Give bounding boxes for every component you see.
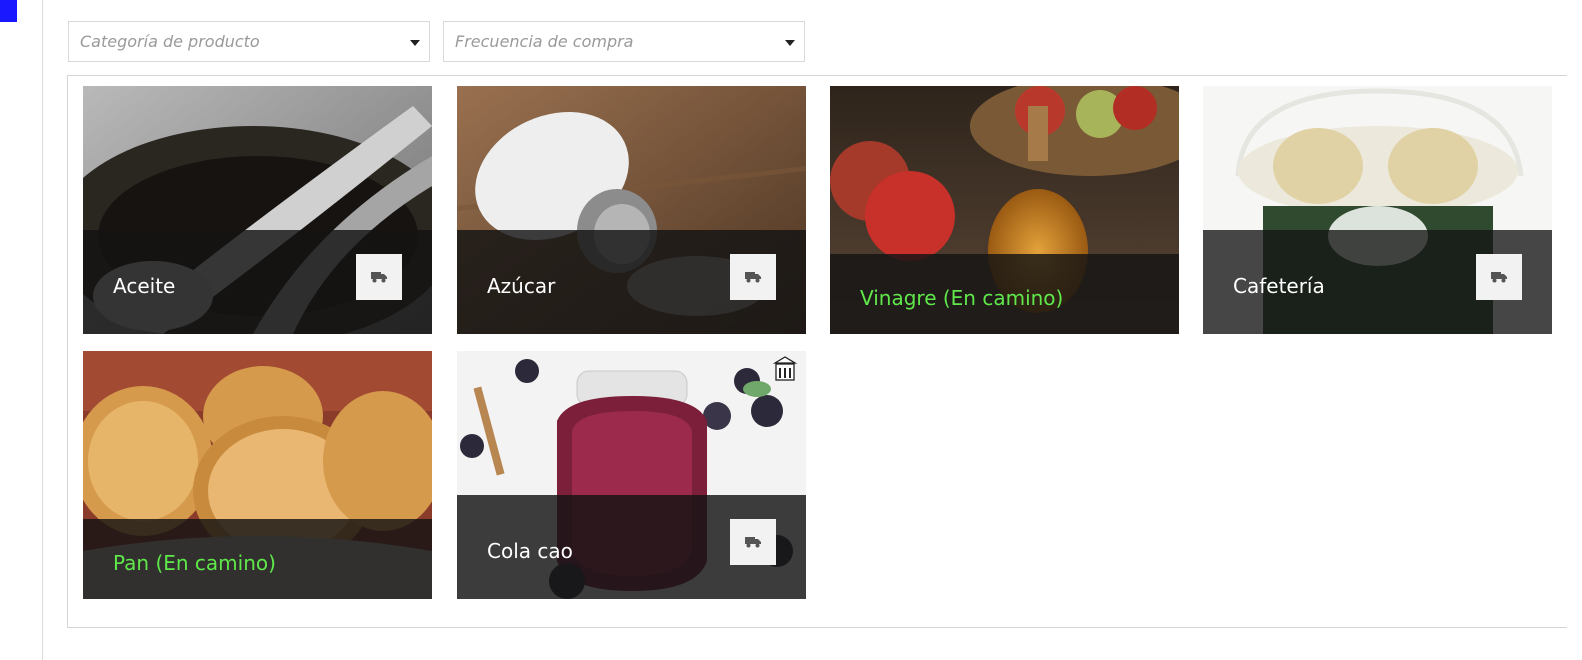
caret-down-icon	[785, 40, 795, 46]
frequency-select-placeholder: Frecuencia de compra	[455, 32, 634, 51]
order-button[interactable]	[730, 519, 776, 565]
product-title: Cola cao	[487, 539, 573, 563]
product-title: Cafetería	[1233, 274, 1325, 298]
category-select-placeholder: Categoría de producto	[80, 32, 260, 51]
order-button[interactable]	[356, 254, 402, 300]
filters-bar: Categoría de producto Frecuencia de comp…	[68, 21, 805, 62]
product-card-azucar[interactable]: Azúcar	[457, 86, 806, 334]
store-icon	[772, 355, 798, 383]
product-card-cafeteria[interactable]: Cafetería	[1203, 86, 1552, 334]
truck-icon	[371, 272, 387, 283]
products-panel: Aceite Azúcar Vinagre (En camino) Cafete…	[67, 75, 1567, 628]
truck-icon	[745, 272, 761, 283]
sidebar-divider	[42, 0, 43, 660]
order-button[interactable]	[1476, 254, 1522, 300]
truck-icon	[745, 537, 761, 548]
corner-marker	[0, 0, 17, 22]
product-title: Vinagre (En camino)	[860, 286, 1064, 310]
frequency-select[interactable]: Frecuencia de compra	[443, 21, 805, 62]
product-title: Azúcar	[487, 274, 556, 298]
truck-icon	[1491, 272, 1507, 283]
order-button[interactable]	[730, 254, 776, 300]
category-select[interactable]: Categoría de producto	[68, 21, 430, 62]
caret-down-icon	[410, 40, 420, 46]
product-card-cola-cao[interactable]: Cola cao	[457, 351, 806, 599]
product-card-pan[interactable]: Pan (En camino)	[83, 351, 432, 599]
product-card-vinagre[interactable]: Vinagre (En camino)	[830, 86, 1179, 334]
product-card-aceite[interactable]: Aceite	[83, 86, 432, 334]
product-title: Pan (En camino)	[113, 551, 276, 575]
product-title: Aceite	[113, 274, 176, 298]
